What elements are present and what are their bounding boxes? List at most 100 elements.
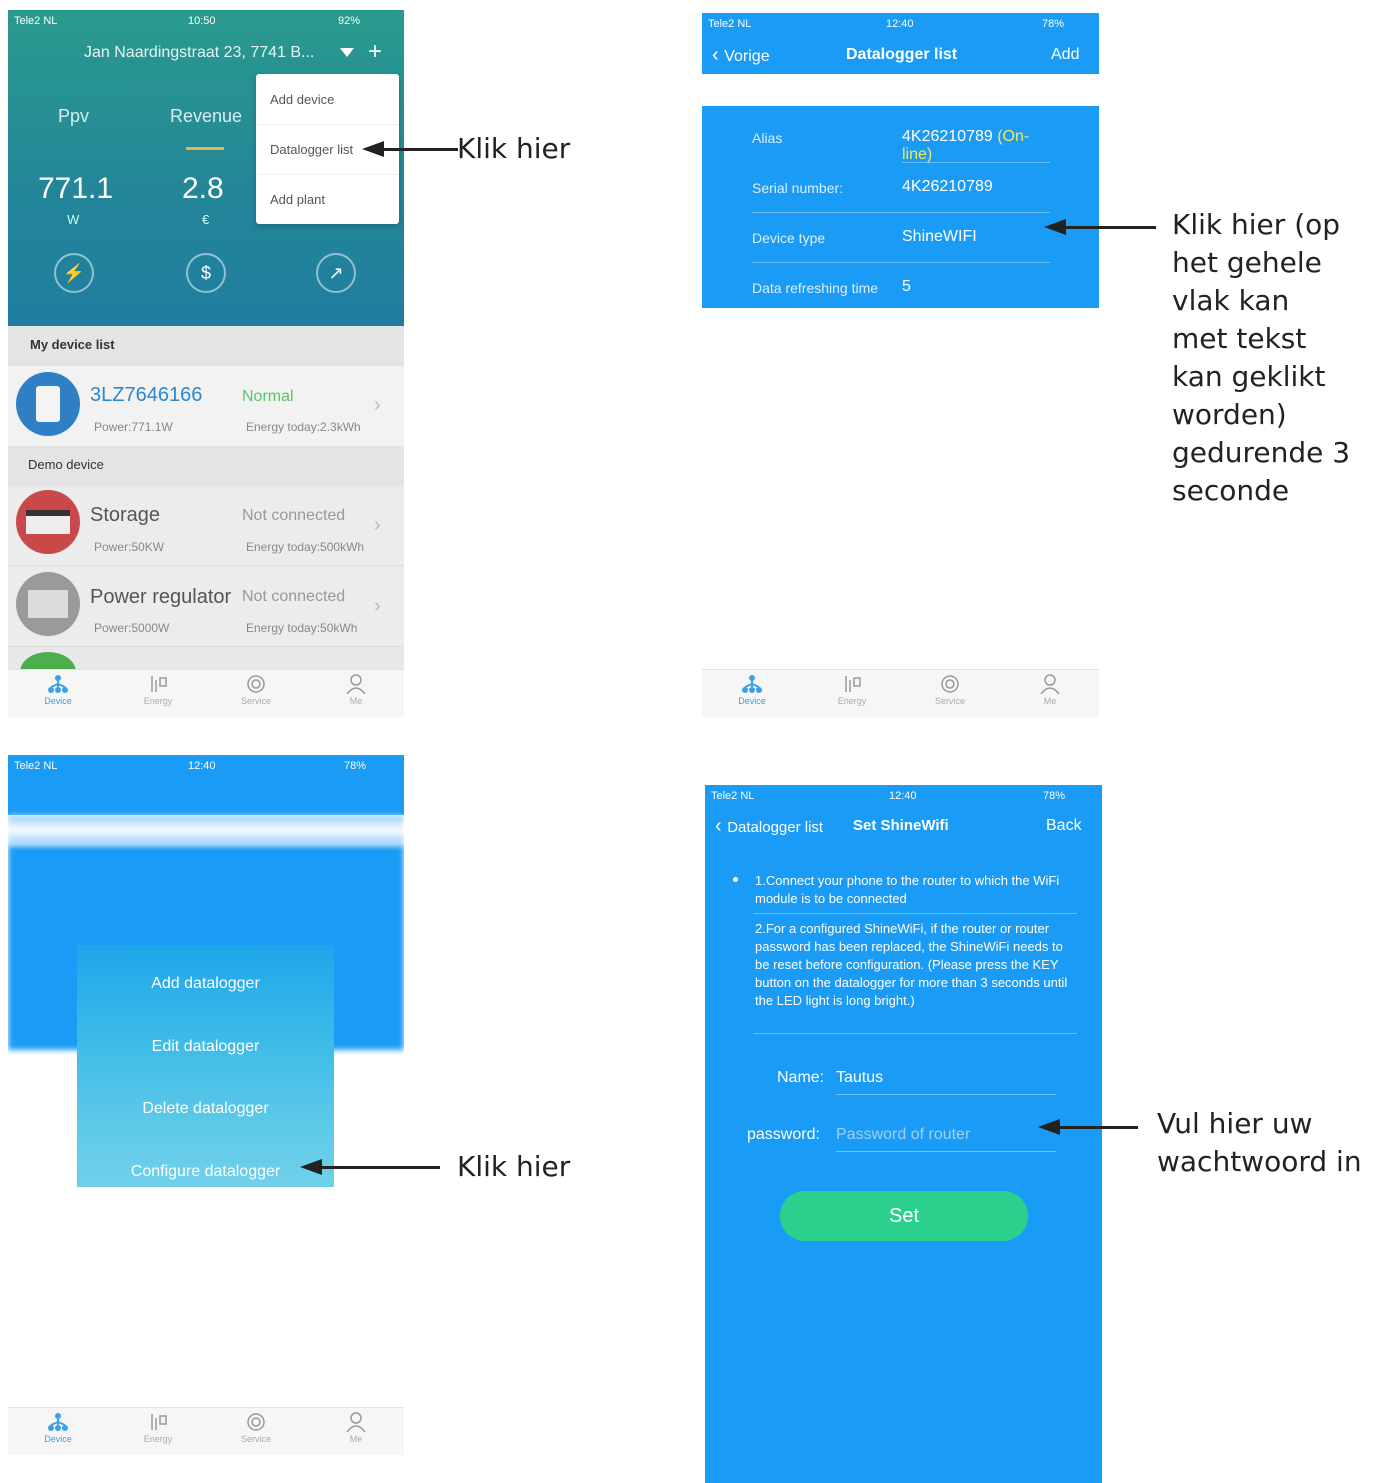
back-button[interactable]: ‹ Vorige (712, 44, 770, 67)
chevron-right-icon: › (374, 595, 381, 617)
service-icon (247, 675, 265, 693)
service-icon (247, 1413, 265, 1431)
page-title: Datalogger list (846, 46, 958, 63)
menu-item-add-device[interactable]: Add device (270, 92, 334, 107)
row-alias: Alias 4K26210789 (On-line) (752, 112, 1049, 164)
person-icon (346, 674, 366, 694)
device-power: Power:5000W (94, 621, 170, 635)
device-status: Not connected (242, 588, 346, 605)
chevron-right-icon: › (374, 394, 381, 416)
stat-ppv-label: Ppv (58, 106, 90, 126)
add-button[interactable]: Add (1051, 46, 1079, 64)
menu-item-add-plant[interactable]: Add plant (270, 192, 325, 207)
tab-me[interactable]: Me (326, 1412, 386, 1444)
password-field[interactable]: Password of router (836, 1126, 1056, 1152)
tab-energy[interactable]: Energy (822, 674, 882, 706)
datalogger-card[interactable]: Alias 4K26210789 (On-line) Serial number:… (702, 106, 1099, 308)
device-energy: Energy today:500kWh (246, 540, 365, 554)
tab-energy[interactable]: Energy (128, 1412, 188, 1444)
plus-icon[interactable]: + (368, 38, 382, 66)
tab-device[interactable]: Device (28, 674, 88, 706)
note-line: met tekst (1172, 322, 1307, 355)
add-datalogger-button[interactable]: Add datalogger (77, 975, 334, 993)
demo-device-header: Demo device (28, 457, 104, 472)
annotation-arrow-head (1038, 1119, 1060, 1135)
tab-label: Device (738, 696, 766, 706)
dollar-icon[interactable]: $ (186, 253, 226, 293)
row-key: Serial number: (752, 180, 844, 196)
clock: 12:40 (188, 760, 216, 772)
chart-icon[interactable]: ↗ (316, 253, 356, 293)
row-serial: Serial number: 4K26210789 (752, 162, 1049, 212)
tab-label: Service (240, 1434, 271, 1444)
annotation-arrow-line (320, 1166, 440, 1169)
chevron-down-icon[interactable] (340, 48, 354, 57)
annotation-arrow-line (382, 148, 458, 151)
configure-datalogger-button[interactable]: Configure datalogger (77, 1163, 334, 1181)
network-icon (742, 675, 762, 693)
battery: 78% (344, 760, 367, 772)
chevron-right-icon: › (374, 514, 381, 536)
tab-service[interactable]: Service (226, 1412, 286, 1444)
divider (753, 913, 1077, 914)
menu-item-datalogger-list[interactable]: Datalogger list (270, 142, 353, 157)
back-button[interactable]: ‹ Datalogger list (715, 815, 823, 838)
device-status: Normal (242, 388, 294, 405)
status-bar: Tele2 NL 12:40 78% (8, 755, 404, 775)
back-right-button[interactable]: Back (1046, 817, 1082, 835)
regulator-image (16, 572, 80, 636)
note-line: worden) (1172, 398, 1287, 431)
tab-device[interactable]: Device (722, 674, 782, 706)
chevron-left-icon: ‹ (715, 815, 728, 837)
clock: 12:40 (889, 790, 917, 802)
inverter-image (16, 372, 80, 436)
annotation-arrow-head (300, 1159, 322, 1175)
revenue-underline (186, 147, 224, 150)
lightning-icon[interactable]: ⚡ (54, 253, 94, 293)
tab-label: Energy (143, 1434, 173, 1444)
battery: 78% (1043, 790, 1066, 802)
tab-service[interactable]: Service (226, 674, 286, 706)
row-key: Data refreshing time (752, 280, 879, 296)
annotation-arrow-line (1064, 226, 1156, 229)
tab-me[interactable]: Me (326, 674, 386, 706)
divider (256, 124, 399, 125)
tab-label: Energy (143, 696, 173, 706)
tab-device[interactable]: Device (28, 1412, 88, 1444)
my-device-list-header: My device list (30, 337, 115, 352)
chevron-left-icon: ‹ (712, 44, 725, 66)
device-status: Not connected (242, 507, 346, 524)
row-value: 4K26210789 (On-line) (902, 128, 1049, 164)
carrier: Tele2 NL (14, 15, 58, 27)
tab-label: Device (44, 696, 72, 706)
delete-datalogger-button[interactable]: Delete datalogger (77, 1100, 334, 1118)
clock: 12:40 (886, 18, 914, 30)
stat-ppv-unit: W (67, 212, 80, 227)
annotation-arrow-line (1058, 1126, 1138, 1129)
tab-energy[interactable]: Energy (128, 674, 188, 706)
note-line: gedurende 3 (1172, 436, 1351, 469)
annotation-1: Klik hier (457, 132, 571, 165)
carrier: Tele2 NL (708, 18, 752, 30)
device-energy: Energy today:50kWh (246, 621, 358, 635)
screen-datalogger-list: Tele2 NL 12:40 78% ‹ Vorige Datalogger l… (702, 13, 1099, 717)
tab-me[interactable]: Me (1020, 674, 1080, 706)
energy-icon (151, 676, 167, 692)
divider (753, 1033, 1077, 1034)
edit-datalogger-button[interactable]: Edit datalogger (77, 1038, 334, 1056)
tab-service[interactable]: Service (920, 674, 980, 706)
status-bar: Tele2 NL 12:40 78% (705, 785, 1102, 805)
carrier: Tele2 NL (711, 790, 755, 802)
row-key: Alias (752, 130, 783, 146)
set-button[interactable]: Set (780, 1191, 1028, 1241)
note-line: kan geklikt (1172, 360, 1326, 393)
page-title: Set ShineWifi (853, 817, 949, 834)
device-energy: Energy today:2.3kWh (246, 420, 361, 434)
device-power: Power:50KW (94, 540, 165, 554)
back-label: Vorige (724, 48, 770, 65)
name-field[interactable]: Tautus (836, 1069, 1056, 1095)
storage-image (16, 490, 80, 554)
annotation-4: Vul hier uw wachtwoord in (1157, 1105, 1362, 1181)
note-line: vlak kan (1172, 284, 1290, 317)
address-selector[interactable]: Jan Naardingstraat 23, 7741 B... (84, 44, 314, 62)
